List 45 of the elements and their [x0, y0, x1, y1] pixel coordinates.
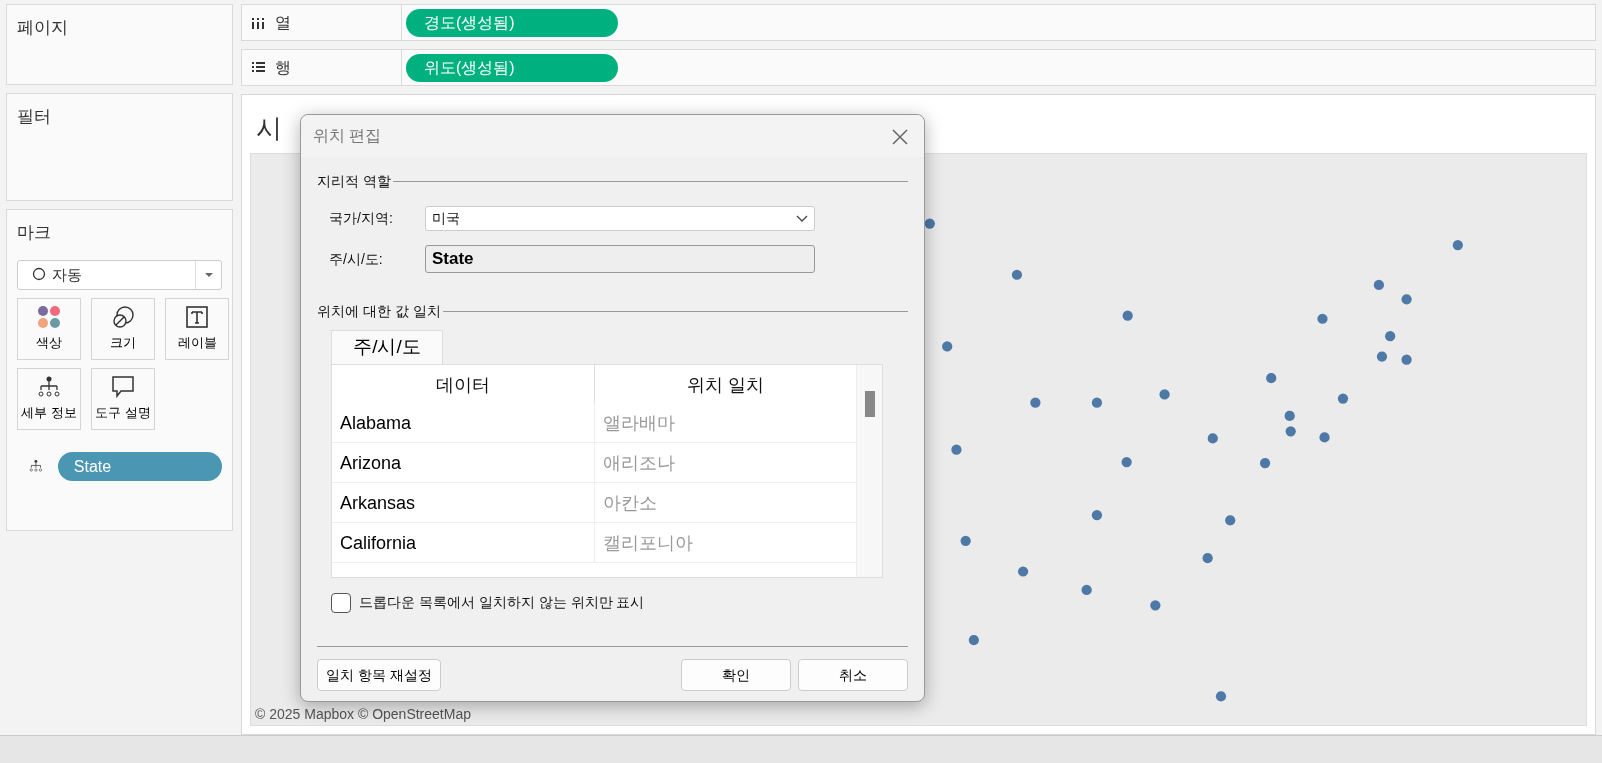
mark-card-button[interactable]: 크기 — [91, 297, 155, 360]
caret-icon — [204, 272, 213, 277]
reset-button[interactable]: 일치 항목 재설정 — [317, 659, 441, 691]
color-dots-icon — [37, 304, 61, 329]
scrollbar-thumb[interactable] — [865, 391, 875, 417]
state-field[interactable]: State — [425, 245, 815, 273]
shelf-label: 행 — [275, 57, 291, 78]
field-label: 국가/지역: — [329, 209, 394, 228]
mark-type-dropdown[interactable]: 자동 — [17, 259, 222, 290]
table-cell: Arkansas — [332, 483, 595, 522]
mark-card-button[interactable]: 세부 정보 — [17, 367, 81, 430]
speech-bubble-icon — [111, 374, 135, 399]
cancel-button[interactable]: 취소 — [798, 659, 908, 691]
text-box-icon — [185, 304, 209, 329]
hierarchy-icon — [29, 459, 43, 473]
shelf-label: 열 — [275, 12, 291, 33]
panel-title: 마크 — [17, 222, 52, 244]
map-attribution: © 2025 Mapbox © OpenStreetMap — [255, 705, 471, 724]
section-title: 위치에 대한 값 일치 — [317, 302, 441, 321]
tab[interactable]: 주/시/도 — [331, 330, 443, 364]
mark-card-button[interactable]: 레이블 — [165, 297, 229, 360]
column-header[interactable]: 데이터 — [332, 365, 595, 403]
sheet-title: 시 — [255, 112, 282, 145]
checkbox[interactable] — [331, 592, 351, 613]
circle-icon — [32, 266, 46, 281]
field-label: 주/시/도: — [329, 249, 384, 269]
circles-icon — [111, 304, 135, 329]
close-icon — [892, 128, 908, 145]
mark-card-button[interactable]: 도구 설명 — [91, 367, 155, 430]
dialog-title: 위치 편집 — [313, 126, 382, 146]
section-title: 지리적 역할 — [317, 172, 391, 191]
chevron-down-icon — [796, 215, 808, 222]
ok-button[interactable]: 확인 — [680, 659, 791, 691]
mark-card-button[interactable]: 색상 — [17, 297, 81, 360]
columns-icon — [252, 16, 265, 29]
table-cell: Arizona — [332, 443, 595, 482]
country-dropdown[interactable]: 미국 — [425, 206, 815, 231]
panel-title: 페이지 — [17, 17, 69, 39]
table-cell: Alabama — [332, 403, 595, 442]
hierarchy-icon — [37, 374, 61, 399]
column-header[interactable]: 위치 일치 — [594, 365, 856, 403]
panel-title: 필터 — [17, 106, 52, 128]
table-cell: California — [332, 523, 595, 562]
checkbox-label: 드롭다운 목록에서 일치하지 않는 위치만 표시 — [359, 593, 645, 612]
list-icon — [252, 61, 265, 74]
